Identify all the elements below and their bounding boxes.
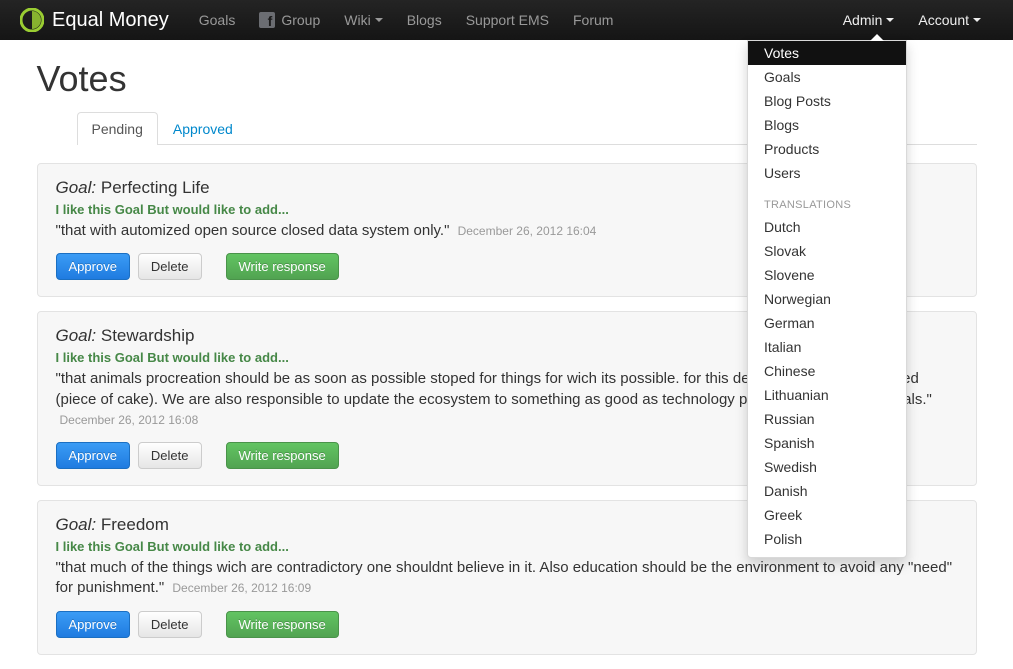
delete-button[interactable]: Delete (138, 253, 202, 280)
timestamp: December 26, 2012 16:09 (172, 581, 311, 595)
write-response-button[interactable]: Write response (226, 253, 339, 280)
caret-down-icon (375, 18, 383, 22)
nav-admin[interactable]: Admin (831, 2, 907, 38)
nav-right: Admin Account (831, 2, 993, 38)
dropdown-lang-spanish[interactable]: Spanish (748, 431, 906, 455)
dropdown-lang-norwegian[interactable]: Norwegian (748, 287, 906, 311)
nav-left: Goals Group Wiki Blogs Support EMS Forum (187, 2, 626, 38)
logo-icon (20, 8, 44, 32)
dropdown-lang-slovene[interactable]: Slovene (748, 263, 906, 287)
goal-label: Goal: (56, 515, 97, 534)
tab-approved[interactable]: Approved (158, 112, 248, 145)
approve-button[interactable]: Approve (56, 442, 130, 469)
nav-goals[interactable]: Goals (187, 2, 248, 38)
write-response-button[interactable]: Write response (226, 442, 339, 469)
nav-blogs[interactable]: Blogs (395, 2, 454, 38)
delete-button[interactable]: Delete (138, 442, 202, 469)
dropdown-lang-slovak[interactable]: Slovak (748, 239, 906, 263)
dropdown-item-blog-posts[interactable]: Blog Posts (748, 89, 906, 113)
quote-line: "that much of the things wich are contra… (56, 558, 958, 599)
goal-title: Stewardship (101, 326, 195, 345)
caret-down-icon (886, 18, 894, 22)
button-row: Approve Delete Write response (56, 611, 958, 638)
caret-down-icon (973, 18, 981, 22)
dropdown-lang-danish[interactable]: Danish (748, 479, 906, 503)
dropdown-item-blogs[interactable]: Blogs (748, 113, 906, 137)
facebook-icon (259, 12, 275, 28)
nav-account[interactable]: Account (906, 2, 993, 38)
write-response-button[interactable]: Write response (226, 611, 339, 638)
dropdown-item-votes[interactable]: Votes (748, 41, 906, 65)
dropdown-item-products[interactable]: Products (748, 137, 906, 161)
brand[interactable]: Equal Money (20, 8, 169, 32)
dropdown-lang-chinese[interactable]: Chinese (748, 359, 906, 383)
dropdown-lang-german[interactable]: German (748, 311, 906, 335)
dropdown-item-users[interactable]: Users (748, 161, 906, 185)
nav-group[interactable]: Group (247, 2, 332, 38)
quote-text: "that with automized open source closed … (56, 222, 450, 239)
goal-title: Freedom (101, 515, 169, 534)
dropdown-lang-lithuanian[interactable]: Lithuanian (748, 383, 906, 407)
dropdown-lang-russian[interactable]: Russian (748, 407, 906, 431)
dropdown-translations-header: TRANSLATIONS (748, 195, 906, 215)
approve-button[interactable]: Approve (56, 253, 130, 280)
dropdown-lang-dutch[interactable]: Dutch (748, 215, 906, 239)
delete-button[interactable]: Delete (138, 611, 202, 638)
nav-forum[interactable]: Forum (561, 2, 625, 38)
brand-text: Equal Money (52, 9, 169, 32)
dropdown-item-goals[interactable]: Goals (748, 65, 906, 89)
approve-button[interactable]: Approve (56, 611, 130, 638)
timestamp: December 26, 2012 16:08 (60, 413, 199, 427)
goal-label: Goal: (56, 178, 97, 197)
navbar: Equal Money Goals Group Wiki Blogs Suppo… (0, 0, 1013, 40)
nav-wiki[interactable]: Wiki (332, 2, 394, 38)
dropdown-lang-polish[interactable]: Polish (748, 527, 906, 551)
dropdown-lang-swedish[interactable]: Swedish (748, 455, 906, 479)
goal-title: Perfecting Life (101, 178, 210, 197)
nav-support-ems[interactable]: Support EMS (454, 2, 561, 38)
tab-pending[interactable]: Pending (77, 112, 158, 145)
dropdown-lang-greek[interactable]: Greek (748, 503, 906, 527)
admin-dropdown: Votes Goals Blog Posts Blogs Products Us… (747, 40, 907, 558)
dropdown-lang-italian[interactable]: Italian (748, 335, 906, 359)
timestamp: December 26, 2012 16:04 (458, 224, 597, 238)
goal-label: Goal: (56, 326, 97, 345)
